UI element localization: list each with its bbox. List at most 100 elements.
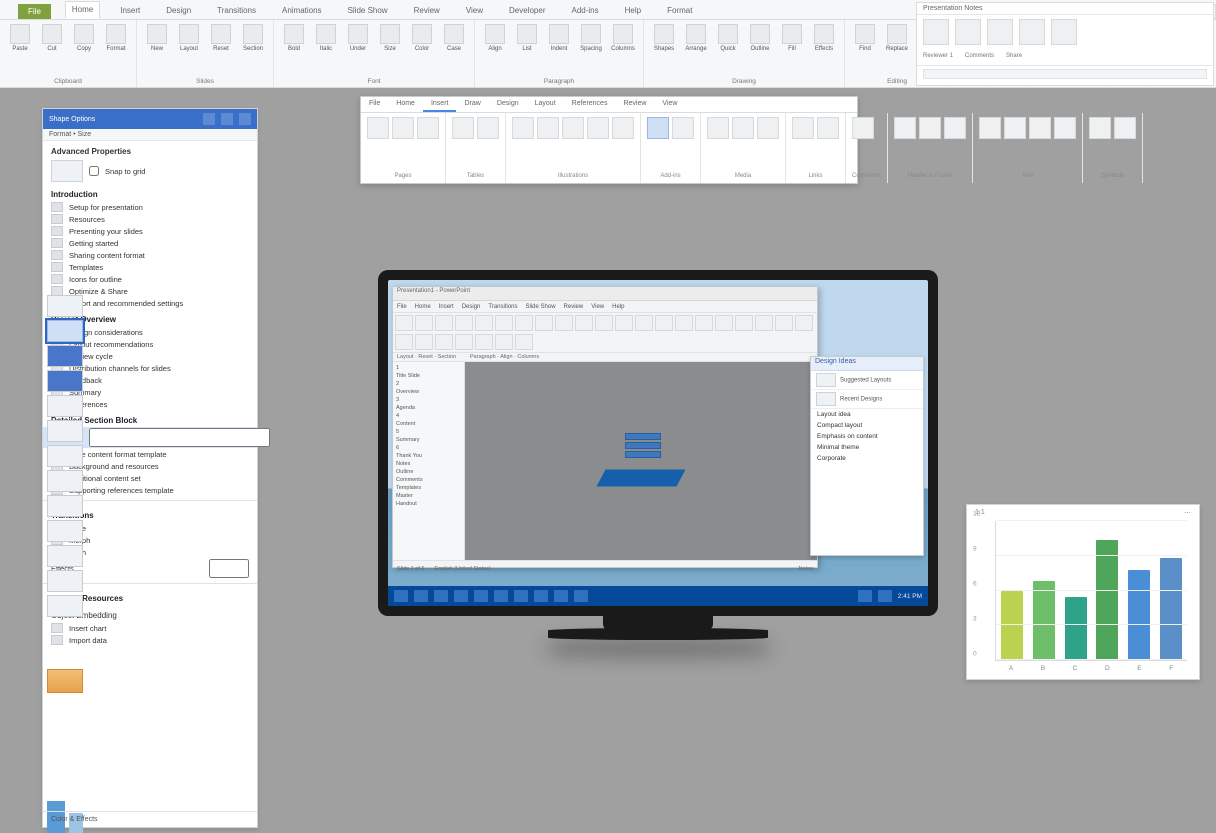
start-button-icon[interactable] bbox=[394, 590, 408, 602]
mini-group-btn-icon[interactable] bbox=[732, 117, 754, 139]
mini-group-btn-icon[interactable] bbox=[1054, 117, 1076, 139]
mini-group-btn-icon[interactable] bbox=[1029, 117, 1051, 139]
mini-group-btn-icon[interactable] bbox=[612, 117, 634, 139]
ribbon-tab-insert[interactable]: Insert bbox=[114, 3, 146, 19]
task-icon[interactable] bbox=[514, 590, 528, 602]
mini-tab-view[interactable]: View bbox=[654, 97, 685, 112]
inner-tool-btn-icon[interactable] bbox=[495, 334, 513, 350]
intro-item[interactable]: Setup for presentation bbox=[43, 201, 257, 213]
inner-outline-item[interactable]: Overview bbox=[396, 389, 461, 395]
tray-icon[interactable] bbox=[858, 590, 872, 602]
inner-tool-btn-icon[interactable] bbox=[575, 315, 593, 331]
mini-tab-insert[interactable]: Insert bbox=[423, 97, 457, 112]
ribbon-btn-quick[interactable]: Quick bbox=[714, 24, 742, 64]
inner-tool-btn-icon[interactable] bbox=[455, 334, 473, 350]
tray-icon[interactable] bbox=[878, 590, 892, 602]
ribbon-btn-outline[interactable]: Outline bbox=[746, 24, 774, 64]
ribbon-tab-animations[interactable]: Animations bbox=[276, 3, 328, 19]
inner-tool-btn-icon[interactable] bbox=[695, 315, 713, 331]
history-icon[interactable] bbox=[1051, 19, 1077, 45]
inner-menu-file[interactable]: File bbox=[397, 304, 407, 310]
inner-tool-btn-icon[interactable] bbox=[455, 315, 473, 331]
slide-thumb-12[interactable] bbox=[47, 570, 83, 592]
slide-thumb-6[interactable] bbox=[47, 420, 83, 442]
ribbon-tab-home[interactable]: Home bbox=[65, 1, 100, 19]
floating-ribbon-window[interactable]: FileHomeInsertDrawDesignLayoutReferences… bbox=[360, 96, 858, 184]
design-idea-item[interactable]: Minimal theme bbox=[811, 442, 923, 453]
design-idea-item[interactable]: Layout idea bbox=[811, 409, 923, 420]
inner-outline-item[interactable]: Outline bbox=[396, 469, 461, 475]
slide-thumb-9[interactable] bbox=[47, 495, 83, 517]
intro-item[interactable]: Sharing content format bbox=[43, 249, 257, 261]
file-tab[interactable]: File bbox=[18, 4, 51, 19]
task-icon[interactable] bbox=[434, 590, 448, 602]
ribbon-btn-reset[interactable]: Reset bbox=[207, 24, 235, 64]
ribbon-tab-view[interactable]: View bbox=[460, 3, 489, 19]
ribbon-tab-format[interactable]: Format bbox=[661, 3, 698, 19]
task-icon[interactable] bbox=[454, 590, 468, 602]
inner-menu-insert[interactable]: Insert bbox=[439, 304, 454, 310]
slide-thumb-5[interactable] bbox=[47, 395, 83, 417]
side-panel-close-icon[interactable] bbox=[239, 113, 251, 125]
mini-tab-draw[interactable]: Draw bbox=[456, 97, 488, 112]
inner-tool-btn-icon[interactable] bbox=[435, 334, 453, 350]
inner-outline-item[interactable]: Thank You bbox=[396, 453, 461, 459]
ribbon-tab-developer[interactable]: Developer bbox=[503, 3, 551, 19]
inner-outline-item[interactable]: Comments bbox=[396, 477, 461, 483]
ribbon-btn-case[interactable]: Case bbox=[440, 24, 468, 64]
detail-value-input[interactable] bbox=[89, 428, 270, 447]
chart-bar[interactable] bbox=[1065, 597, 1087, 660]
ribbon-btn-find[interactable]: Find bbox=[851, 24, 879, 64]
design-idea-item[interactable]: Compact layout bbox=[811, 420, 923, 431]
ribbon-btn-list[interactable]: List bbox=[513, 24, 541, 64]
ribbon-btn-layout[interactable]: Layout bbox=[175, 24, 203, 64]
slide-thumb-11[interactable] bbox=[47, 545, 83, 567]
export-icon[interactable] bbox=[1019, 19, 1045, 45]
task-icon[interactable] bbox=[494, 590, 508, 602]
notes-input[interactable] bbox=[923, 69, 1207, 79]
inner-menu-home[interactable]: Home bbox=[415, 304, 431, 310]
related-item[interactable]: Insert chart bbox=[43, 622, 257, 634]
inner-menu-review[interactable]: Review bbox=[564, 304, 584, 310]
inner-tool-btn-icon[interactable] bbox=[755, 315, 773, 331]
ribbon-tab-addins[interactable]: Add-ins bbox=[566, 3, 605, 19]
ribbon-btn-section[interactable]: Section bbox=[239, 24, 267, 64]
inner-outline-item[interactable]: Handout bbox=[396, 501, 461, 507]
mini-tab-design[interactable]: Design bbox=[489, 97, 527, 112]
mini-group-btn-icon[interactable] bbox=[1004, 117, 1026, 139]
inner-tool-btn-icon[interactable] bbox=[615, 315, 633, 331]
slide-thumb-13[interactable] bbox=[47, 595, 83, 617]
inner-outline-item[interactable]: Notes bbox=[396, 461, 461, 467]
mini-group-btn-icon[interactable] bbox=[894, 117, 916, 139]
ribbon-tab-design[interactable]: Design bbox=[160, 3, 197, 19]
inner-tool-btn-icon[interactable] bbox=[555, 315, 573, 331]
share-icon[interactable] bbox=[987, 19, 1013, 45]
inner-menu-help[interactable]: Help bbox=[612, 304, 624, 310]
mini-group-btn-icon[interactable] bbox=[452, 117, 474, 139]
desktop-taskbar[interactable]: 2:41 PM bbox=[388, 586, 928, 606]
inner-tool-btn-icon[interactable] bbox=[635, 315, 653, 331]
task-icon[interactable] bbox=[534, 590, 548, 602]
ribbon-btn-size[interactable]: Size bbox=[376, 24, 404, 64]
inner-tool-btn-icon[interactable] bbox=[595, 315, 613, 331]
ribbon-tab-review[interactable]: Review bbox=[408, 3, 446, 19]
mini-group-btn-icon[interactable] bbox=[792, 117, 814, 139]
inner-tool-btn-icon[interactable] bbox=[395, 334, 413, 350]
mini-group-btn-icon[interactable] bbox=[367, 117, 389, 139]
mini-group-btn-icon[interactable] bbox=[707, 117, 729, 139]
mini-group-btn-icon[interactable] bbox=[562, 117, 584, 139]
mini-group-btn-icon[interactable] bbox=[919, 117, 941, 139]
comments-icon[interactable] bbox=[955, 19, 981, 45]
slide-thumb-8[interactable] bbox=[47, 470, 83, 492]
slide-thumb-10[interactable] bbox=[47, 520, 83, 542]
ribbon-btn-indent[interactable]: Indent bbox=[545, 24, 573, 64]
mini-group-btn-icon[interactable] bbox=[537, 117, 559, 139]
notes-item-3[interactable]: Share bbox=[1006, 53, 1022, 59]
inner-outline-item[interactable]: Agenda bbox=[396, 405, 461, 411]
inner-tool-btn-icon[interactable] bbox=[395, 315, 413, 331]
inner-menu-design[interactable]: Design bbox=[462, 304, 481, 310]
intro-item[interactable]: Resources bbox=[43, 213, 257, 225]
inner-tool-btn-icon[interactable] bbox=[795, 315, 813, 331]
mini-group-btn-icon[interactable] bbox=[979, 117, 1001, 139]
task-icon[interactable] bbox=[414, 590, 428, 602]
